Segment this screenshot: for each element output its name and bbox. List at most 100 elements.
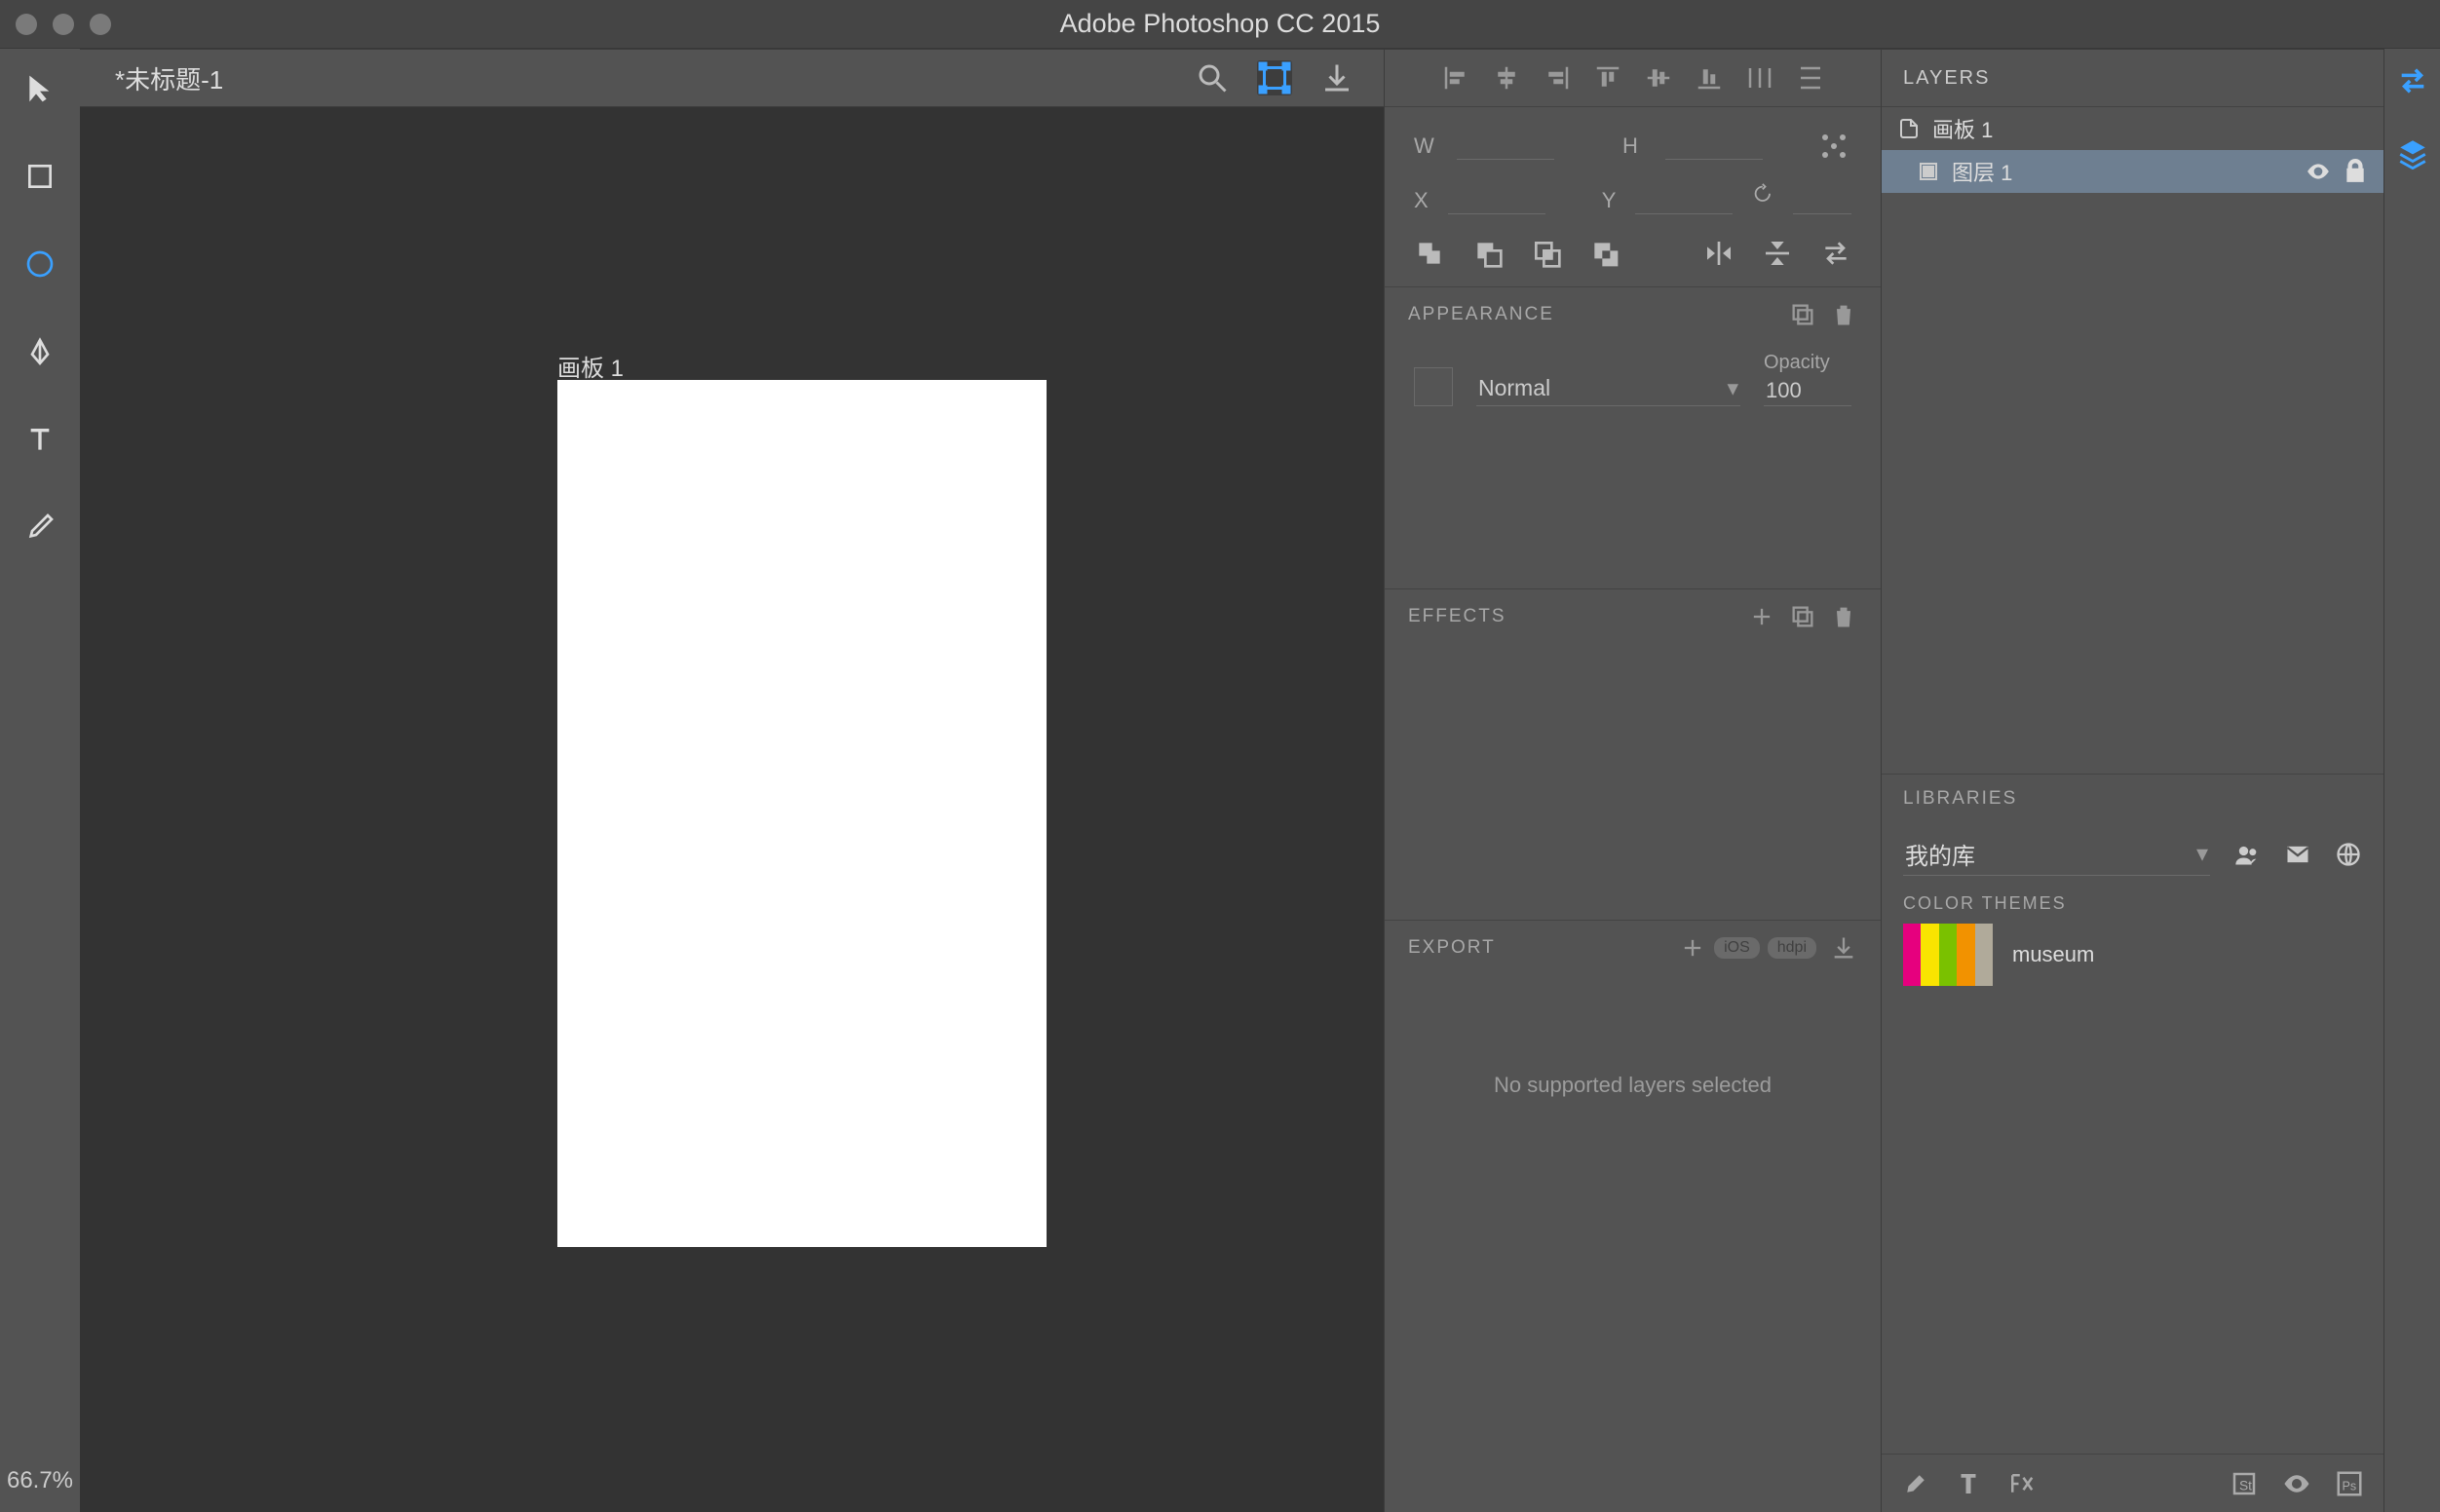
bool-subtract-icon[interactable] xyxy=(1472,238,1504,269)
export-download-icon[interactable] xyxy=(1830,934,1857,962)
flip-h-icon[interactable] xyxy=(1703,238,1735,269)
right-rail xyxy=(2383,49,2440,1512)
align-center-h-icon[interactable] xyxy=(1492,63,1521,93)
libraries-panel: LIBRARIES 我的库 ▾ COLOR THEMES museum xyxy=(1882,774,2383,1455)
swap-panel-icon[interactable] xyxy=(2396,64,2429,97)
opacity-input[interactable]: 100 xyxy=(1764,376,1851,406)
ios-preset-tag[interactable]: iOS xyxy=(1714,937,1760,959)
link-wh-icon[interactable] xyxy=(1816,129,1851,164)
effects-title: EFFECTS xyxy=(1408,606,1506,627)
align-top-icon[interactable] xyxy=(1593,63,1622,93)
width-input[interactable] xyxy=(1457,132,1554,160)
layer-row[interactable]: 图层 1 xyxy=(1882,150,2383,193)
canvas[interactable]: 画板 1 xyxy=(80,107,1384,1512)
app-window: Adobe Photoshop CC 2015 66.7% *未标题-1 xyxy=(0,0,2440,1512)
rotate-icon[interactable] xyxy=(1752,183,1773,218)
artboard[interactable] xyxy=(557,380,1047,1247)
tool-strip: 66.7% xyxy=(0,49,80,1512)
layer-list: 画板 1 图层 1 xyxy=(1882,107,2383,774)
distribute-v-icon[interactable] xyxy=(1796,63,1825,93)
brush-icon[interactable] xyxy=(1901,1469,1930,1498)
height-input[interactable] xyxy=(1665,132,1763,160)
color-themes-label: COLOR THEMES xyxy=(1882,893,2383,914)
blend-mode-select[interactable]: Normal ▾ xyxy=(1476,371,1740,406)
artboard-row[interactable]: 画板 1 xyxy=(1882,107,2383,150)
zoom-window-icon[interactable] xyxy=(90,14,111,35)
stock-icon[interactable]: St xyxy=(2230,1469,2259,1498)
libraries-title: LIBRARIES xyxy=(1882,775,2383,823)
ellipse-tool[interactable] xyxy=(14,238,66,290)
appearance-title: APPEARANCE xyxy=(1408,304,1554,325)
swap-icon[interactable] xyxy=(1820,238,1851,269)
y-input[interactable] xyxy=(1635,187,1733,214)
download-icon[interactable] xyxy=(1319,60,1354,95)
w-label: W xyxy=(1414,133,1437,159)
align-right-icon[interactable] xyxy=(1543,63,1572,93)
search-icon[interactable] xyxy=(1195,60,1230,95)
move-tool[interactable] xyxy=(14,62,66,115)
chevron-down-icon: ▾ xyxy=(2196,840,2208,868)
align-left-icon[interactable] xyxy=(1441,63,1470,93)
mac-titlebar: Adobe Photoshop CC 2015 xyxy=(0,0,2440,49)
rotate-input[interactable] xyxy=(1793,187,1851,214)
appearance-section: APPEARANCE Normal ▾ Opacity 100 xyxy=(1385,287,1881,589)
layer-icon xyxy=(1917,160,1940,183)
visibility-toggle-icon[interactable] xyxy=(2306,159,2331,184)
document-tab[interactable]: *未标题-1 xyxy=(80,60,223,96)
app-title: Adobe Photoshop CC 2015 xyxy=(1060,9,1381,39)
add-export-icon[interactable] xyxy=(1679,934,1706,962)
ps-icon[interactable]: Ps xyxy=(2335,1469,2364,1498)
export-title: EXPORT xyxy=(1408,937,1496,959)
preview-icon[interactable] xyxy=(2282,1469,2311,1498)
export-section: EXPORT iOS hdpi No supported layers sele… xyxy=(1385,921,1881,1512)
transform-toggle-icon[interactable] xyxy=(1257,60,1292,95)
rectangle-tool[interactable] xyxy=(14,150,66,203)
x-input[interactable] xyxy=(1448,187,1545,214)
artboard-icon xyxy=(1897,117,1921,140)
copy-style-icon[interactable] xyxy=(1789,301,1816,328)
layers-header: LAYERS xyxy=(1882,49,2383,107)
zoom-level: 66.7% xyxy=(0,1450,91,1512)
document-bar: *未标题-1 xyxy=(80,49,1384,107)
app-body: 66.7% *未标题-1 画板 1 xyxy=(0,49,2440,1512)
hdpi-preset-tag[interactable]: hdpi xyxy=(1768,937,1816,959)
bool-exclude-icon[interactable] xyxy=(1589,238,1620,269)
chevron-down-icon: ▾ xyxy=(1727,375,1738,401)
delete-style-icon[interactable] xyxy=(1830,301,1857,328)
effects-section: EFFECTS xyxy=(1385,589,1881,921)
flip-v-icon[interactable] xyxy=(1762,238,1793,269)
copy-effect-icon[interactable] xyxy=(1789,603,1816,630)
close-window-icon[interactable] xyxy=(16,14,37,35)
fill-swatch[interactable] xyxy=(1414,367,1453,406)
add-effect-icon[interactable] xyxy=(1748,603,1775,630)
minimize-window-icon[interactable] xyxy=(53,14,74,35)
color-theme-swatch[interactable] xyxy=(1903,924,1993,986)
align-toolbar xyxy=(1385,49,1881,107)
pen-tool[interactable] xyxy=(14,325,66,378)
bool-union-icon[interactable] xyxy=(1414,238,1445,269)
transform-section: W H X Y xyxy=(1385,107,1881,287)
align-center-v-icon[interactable] xyxy=(1644,63,1673,93)
mail-icon[interactable] xyxy=(2284,841,2311,868)
layers-footer: St Ps xyxy=(1882,1454,2383,1512)
layers-panel-icon[interactable] xyxy=(2396,136,2429,170)
eyedropper-tool[interactable] xyxy=(14,501,66,553)
delete-effect-icon[interactable] xyxy=(1830,603,1857,630)
library-select[interactable]: 我的库 ▾ xyxy=(1903,833,2210,876)
globe-icon[interactable] xyxy=(2335,841,2362,868)
blend-mode-value: Normal xyxy=(1478,375,1550,401)
share-library-icon[interactable] xyxy=(2233,841,2261,868)
artboard-label[interactable]: 画板 1 xyxy=(557,349,624,383)
export-empty-message: No supported layers selected xyxy=(1385,1073,1881,1098)
library-name: 我的库 xyxy=(1905,837,1975,871)
fx-icon[interactable] xyxy=(2006,1469,2036,1498)
type-style-icon[interactable] xyxy=(1954,1469,1983,1498)
lock-icon[interactable] xyxy=(2343,159,2368,184)
artboard-row-label: 画板 1 xyxy=(1932,113,1993,144)
distribute-h-icon[interactable] xyxy=(1745,63,1774,93)
bool-intersect-icon[interactable] xyxy=(1531,238,1562,269)
color-theme-name: museum xyxy=(2012,942,2094,967)
align-bottom-icon[interactable] xyxy=(1695,63,1724,93)
type-tool[interactable] xyxy=(14,413,66,466)
x-label: X xyxy=(1414,188,1429,213)
